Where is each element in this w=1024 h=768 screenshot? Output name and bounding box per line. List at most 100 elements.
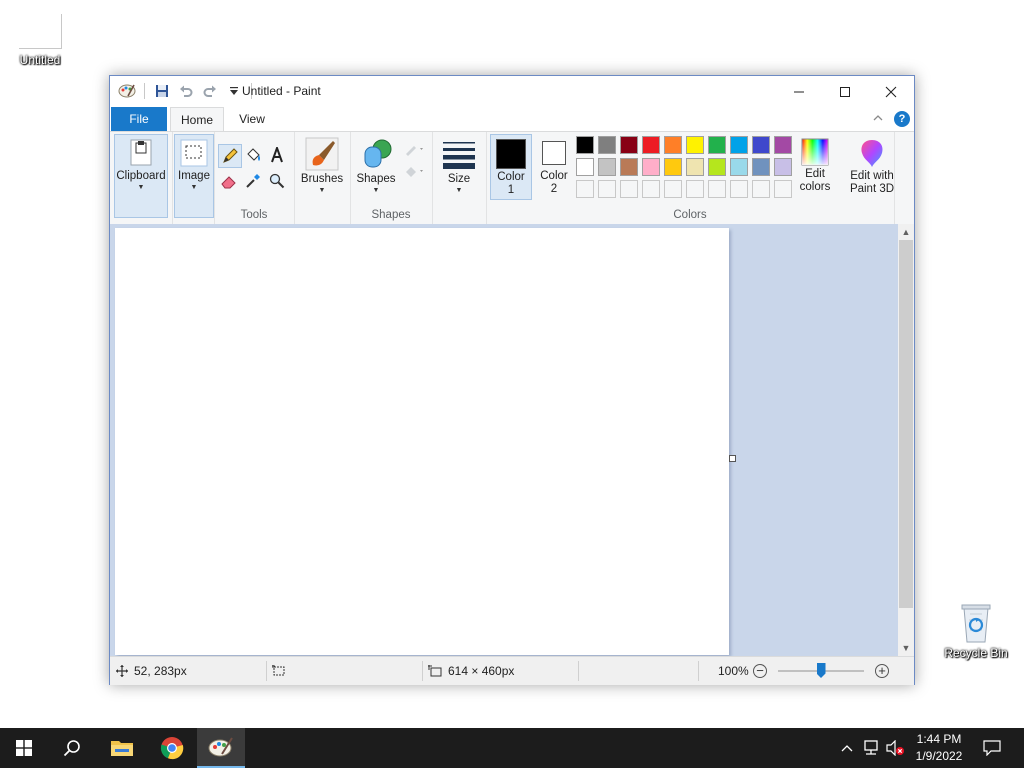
cursor-position: 52, 283px bbox=[116, 657, 187, 685]
cursor-position-text: 52, 283px bbox=[134, 664, 187, 678]
clipboard-button[interactable]: Clipboard ▼ bbox=[114, 134, 168, 218]
scroll-thumb[interactable] bbox=[899, 240, 913, 608]
chevron-down-icon: ▼ bbox=[318, 187, 326, 194]
image-button[interactable]: Image ▼ bbox=[174, 134, 214, 218]
color-picker-tool[interactable] bbox=[242, 170, 264, 192]
palette-swatch[interactable] bbox=[664, 136, 682, 154]
windows-logo-icon bbox=[16, 740, 32, 756]
palette-swatch[interactable] bbox=[620, 136, 638, 154]
palette-swatch[interactable] bbox=[664, 180, 682, 198]
chevron-down-icon: ▼ bbox=[455, 187, 463, 194]
volume-button[interactable] bbox=[884, 728, 906, 768]
paint3d-label: Edit with bbox=[850, 170, 894, 182]
shapes-button[interactable]: Shapes ▼ bbox=[354, 134, 398, 195]
search-button[interactable] bbox=[48, 728, 96, 768]
maximize-icon bbox=[840, 86, 850, 97]
close-button[interactable] bbox=[868, 76, 914, 107]
tab-home[interactable]: Home bbox=[170, 107, 224, 131]
color1-button[interactable]: Color 1 bbox=[490, 134, 532, 200]
desktop-icon-recycle-bin[interactable]: Recycle Bin bbox=[940, 600, 1012, 660]
tab-file[interactable]: File bbox=[111, 107, 167, 131]
palette-swatch[interactable] bbox=[620, 158, 638, 176]
quick-access-toolbar bbox=[118, 82, 254, 100]
undo-icon[interactable] bbox=[177, 82, 195, 100]
zoom-out-button[interactable]: − bbox=[753, 664, 767, 678]
outline-button[interactable] bbox=[402, 138, 428, 160]
title-bar[interactable]: Untitled - Paint bbox=[110, 76, 914, 107]
palette-swatch[interactable] bbox=[686, 180, 704, 198]
file-explorer-button[interactable] bbox=[98, 728, 146, 768]
minimize-ribbon-icon[interactable] bbox=[872, 112, 884, 127]
palette-swatch[interactable] bbox=[708, 136, 726, 154]
fill-button[interactable] bbox=[402, 160, 428, 182]
fill-tool[interactable] bbox=[242, 144, 264, 166]
action-center-button[interactable] bbox=[976, 728, 1008, 768]
save-icon[interactable] bbox=[153, 82, 171, 100]
zoom-slider-thumb[interactable] bbox=[816, 663, 826, 678]
zoom-in-button[interactable]: + bbox=[875, 664, 889, 678]
palette-swatch[interactable] bbox=[598, 158, 616, 176]
palette-swatch[interactable] bbox=[752, 180, 770, 198]
help-icon[interactable]: ? bbox=[894, 111, 910, 127]
palette-swatch[interactable] bbox=[642, 158, 660, 176]
edit-colors-button[interactable]: Edit colors bbox=[796, 134, 834, 194]
search-icon bbox=[63, 740, 80, 757]
minimize-button[interactable] bbox=[776, 76, 822, 107]
eraser-tool[interactable] bbox=[218, 170, 240, 192]
vertical-scrollbar[interactable]: ▲ ▼ bbox=[898, 224, 914, 656]
palette-swatch[interactable] bbox=[752, 158, 770, 176]
network-button[interactable] bbox=[860, 728, 882, 768]
scroll-down-icon[interactable]: ▼ bbox=[898, 640, 914, 656]
qat-separator bbox=[144, 83, 145, 99]
palette-swatch[interactable] bbox=[752, 136, 770, 154]
palette-swatch[interactable] bbox=[774, 180, 792, 198]
palette-swatch[interactable] bbox=[642, 180, 660, 198]
redo-icon[interactable] bbox=[201, 82, 219, 100]
maximize-button[interactable] bbox=[822, 76, 868, 107]
paint-app-icon[interactable] bbox=[118, 82, 136, 100]
palette-swatch[interactable] bbox=[686, 136, 704, 154]
start-button[interactable] bbox=[0, 728, 48, 768]
size-button[interactable]: Size ▼ bbox=[438, 134, 480, 195]
palette-swatch[interactable] bbox=[598, 180, 616, 198]
palette-swatch[interactable] bbox=[708, 158, 726, 176]
customize-qat-icon[interactable] bbox=[225, 82, 243, 100]
edit-with-paint-3d-button[interactable]: Edit with Paint 3D bbox=[844, 134, 900, 196]
palette-swatch[interactable] bbox=[730, 158, 748, 176]
desktop-icon-label: Untitled bbox=[19, 53, 61, 67]
palette-swatch[interactable] bbox=[730, 136, 748, 154]
colors-group-label: Colors bbox=[673, 209, 707, 221]
image-label: Image bbox=[178, 170, 210, 182]
palette-swatch[interactable] bbox=[730, 180, 748, 198]
paint-taskbar-button[interactable] bbox=[197, 728, 245, 768]
palette-swatch[interactable] bbox=[576, 158, 594, 176]
resize-handle[interactable] bbox=[729, 455, 736, 462]
pencil-tool[interactable] bbox=[218, 144, 242, 168]
clock-date: 1/9/2022 bbox=[915, 749, 963, 763]
palette-swatch[interactable] bbox=[774, 158, 792, 176]
chrome-button[interactable] bbox=[148, 728, 196, 768]
scroll-up-icon[interactable]: ▲ bbox=[898, 224, 914, 240]
palette-swatch[interactable] bbox=[708, 180, 726, 198]
tab-view[interactable]: View bbox=[226, 107, 278, 131]
palette-swatch[interactable] bbox=[686, 158, 704, 176]
magnifier-tool[interactable] bbox=[266, 170, 288, 192]
text-tool[interactable] bbox=[266, 144, 288, 166]
palette-swatch[interactable] bbox=[774, 136, 792, 154]
palette-swatch[interactable] bbox=[576, 136, 594, 154]
desktop-icon-untitled[interactable]: Untitled bbox=[10, 14, 70, 67]
image-size: 614 × 460px bbox=[428, 657, 514, 685]
status-bar: 52, 283px 614 × 460px 100% − + bbox=[110, 656, 914, 685]
chevron-up-icon bbox=[841, 745, 853, 752]
system-clock[interactable]: 1:44 PM 1/9/2022 bbox=[908, 731, 970, 765]
brushes-group: Brushes ▼ bbox=[294, 132, 351, 224]
palette-swatch[interactable] bbox=[620, 180, 638, 198]
palette-swatch[interactable] bbox=[598, 136, 616, 154]
show-hidden-icons-button[interactable] bbox=[838, 728, 856, 768]
brushes-button[interactable]: Brushes ▼ bbox=[298, 134, 346, 195]
color2-button[interactable]: Color 2 bbox=[534, 134, 574, 198]
palette-swatch[interactable] bbox=[664, 158, 682, 176]
drawing-canvas[interactable] bbox=[115, 228, 729, 655]
palette-swatch[interactable] bbox=[576, 180, 594, 198]
palette-swatch[interactable] bbox=[642, 136, 660, 154]
